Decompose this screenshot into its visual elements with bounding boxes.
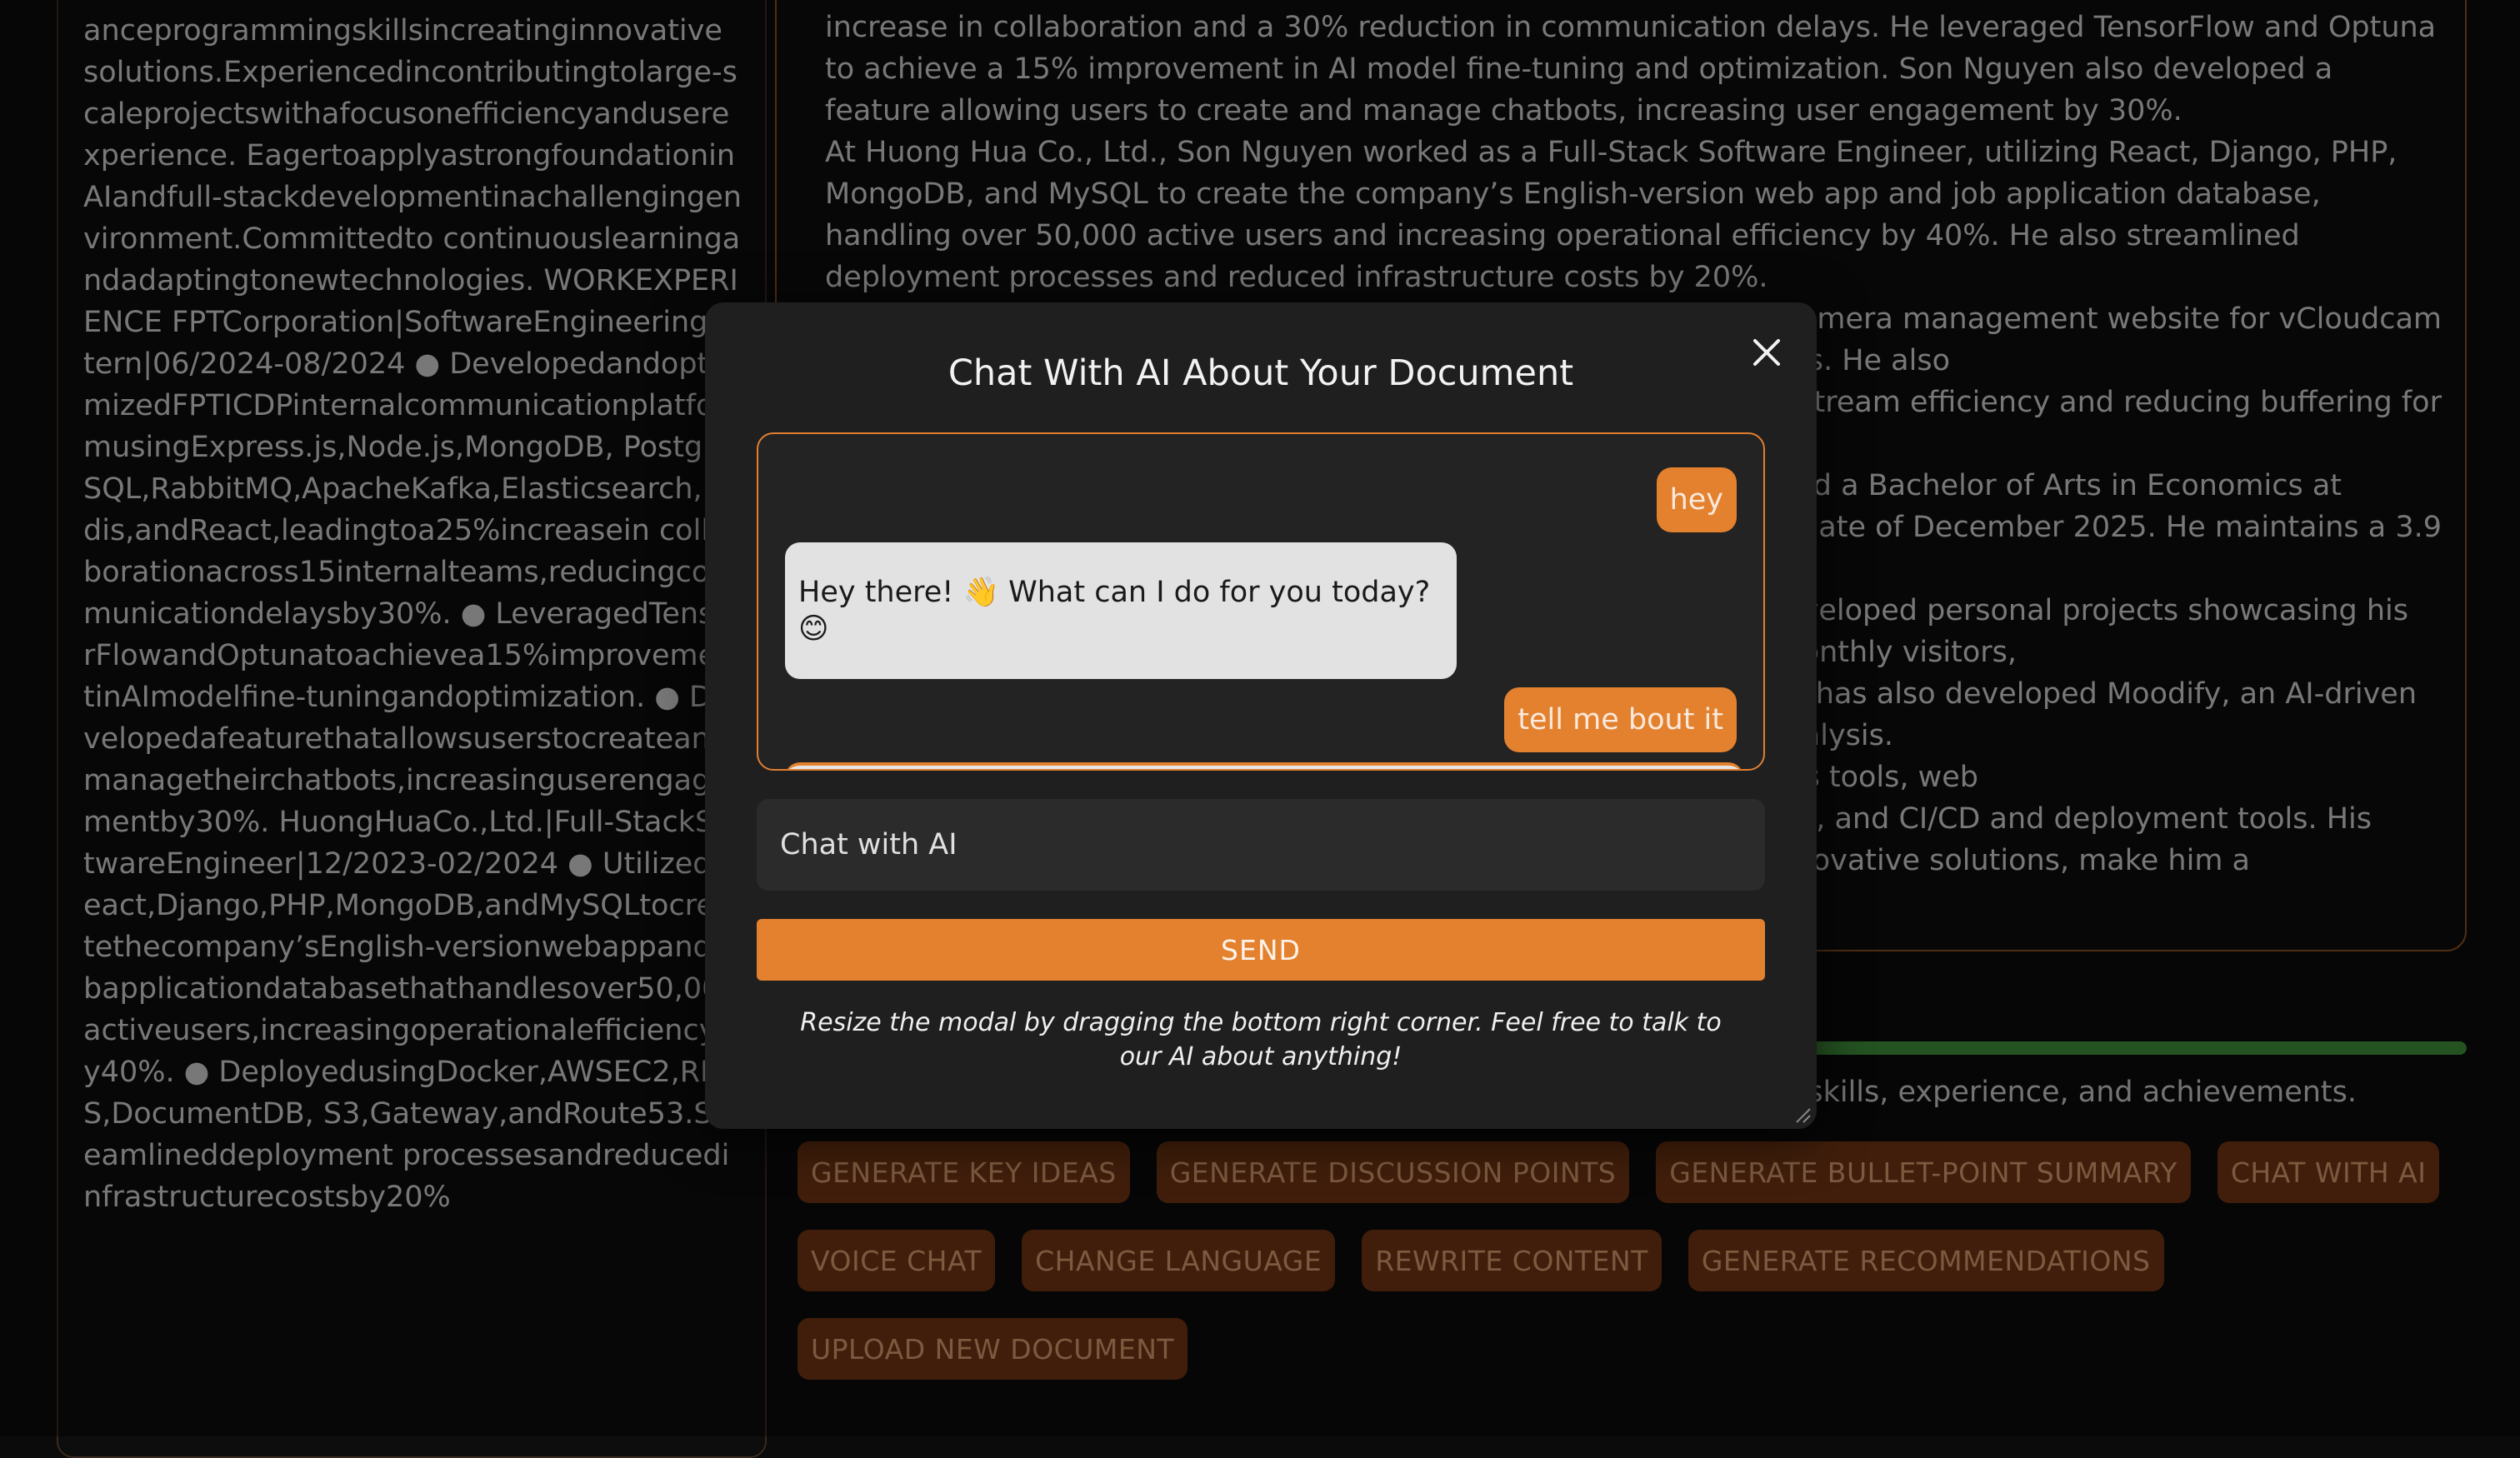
chat-with-ai-button[interactable]: CHAT WITH AI xyxy=(2217,1141,2440,1203)
actions-row: GENERATE KEY IDEAS GENERATE DISCUSSION P… xyxy=(798,1141,2464,1203)
summary-paragraph: At Huong Hua Co., Ltd., Son Nguyen worke… xyxy=(825,136,2398,294)
action-buttons: GENERATE KEY IDEAS GENERATE DISCUSSION P… xyxy=(798,1141,2464,1406)
user-message: tell me bout it xyxy=(1504,687,1737,752)
voice-chat-button[interactable]: VOICE CHAT xyxy=(798,1230,996,1291)
change-language-button[interactable]: CHANGE LANGUAGE xyxy=(1022,1230,1336,1291)
user-message: hey xyxy=(1656,467,1737,532)
document-text-panel[interactable]: anceprogrammingskillsincreatinginnovativ… xyxy=(57,0,767,1458)
document-text: anceprogrammingskillsincreatinginnovativ… xyxy=(83,14,742,1214)
rewrite-content-button[interactable]: REWRITE CONTENT xyxy=(1362,1230,1662,1291)
actions-row: UPLOAD NEW DOCUMENT xyxy=(798,1318,2464,1380)
chat-input[interactable] xyxy=(757,799,1765,891)
upload-new-document-button[interactable]: UPLOAD NEW DOCUMENT xyxy=(798,1318,1188,1380)
modal-title: Chat With AI About Your Document xyxy=(948,352,1574,394)
generate-bullet-summary-button[interactable]: GENERATE BULLET-POINT SUMMARY xyxy=(1656,1141,2191,1203)
close-icon[interactable] xyxy=(1748,334,1785,371)
actions-row: VOICE CHAT CHANGE LANGUAGE REWRITE CONTE… xyxy=(798,1230,2464,1291)
ai-message xyxy=(785,762,1743,769)
send-button[interactable]: SEND xyxy=(757,919,1765,981)
chat-messages[interactable]: hey Hey there! 👋 What can I do for you t… xyxy=(757,432,1765,771)
resize-handle-icon[interactable] xyxy=(1793,1106,1812,1124)
generate-recommendations-button[interactable]: GENERATE RECOMMENDATIONS xyxy=(1688,1230,2164,1291)
generate-discussion-points-button[interactable]: GENERATE DISCUSSION POINTS xyxy=(1156,1141,1630,1203)
chat-modal: Chat With AI About Your Document hey Hey… xyxy=(705,302,1817,1129)
ai-message: Hey there! 👋 What can I do for you today… xyxy=(785,542,1457,679)
resize-hint: Resize the modal by dragging the bottom … xyxy=(800,1008,1722,1071)
summary-paragraph: increase in collaboration and a 30% redu… xyxy=(825,11,2437,127)
generate-key-ideas-button[interactable]: GENERATE KEY IDEAS xyxy=(798,1141,1130,1203)
